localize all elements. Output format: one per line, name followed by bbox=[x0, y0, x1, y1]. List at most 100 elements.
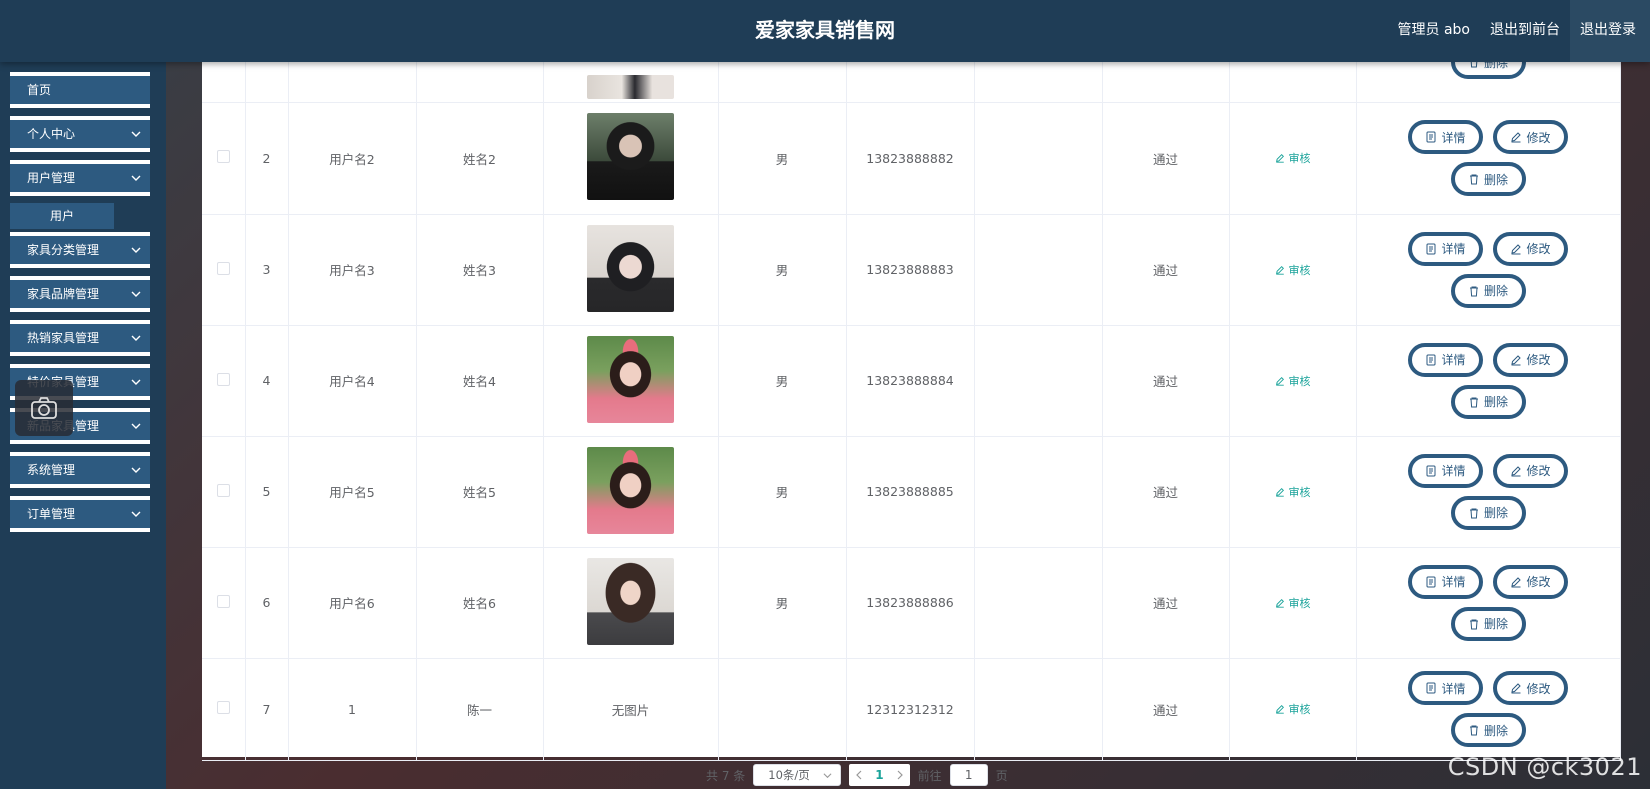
sidebar-item-brand-management[interactable]: 家具品牌管理 bbox=[10, 276, 150, 312]
phone-cell: 13823888884 bbox=[846, 325, 975, 437]
goto-page-input[interactable]: 1 bbox=[949, 764, 988, 786]
row-checkbox[interactable] bbox=[216, 701, 230, 714]
document-icon bbox=[1426, 131, 1436, 143]
ops-cell: 详情 修改删除 bbox=[1356, 103, 1621, 215]
audit-link[interactable]: 审核 bbox=[1275, 701, 1311, 717]
edit-icon bbox=[1511, 243, 1522, 254]
detail-button[interactable]: 详情 bbox=[1408, 453, 1483, 488]
edit-button[interactable]: 修改 bbox=[1493, 120, 1568, 155]
top-header: 爱家家具销售网 管理员 abo 退出到前台 退出登录 bbox=[0, 0, 1650, 62]
delete-button[interactable]: 删除 bbox=[1450, 162, 1526, 197]
row-index: 2 bbox=[245, 103, 289, 215]
edit-button[interactable]: 修改 bbox=[1493, 564, 1568, 599]
delete-label: 删除 bbox=[1483, 723, 1508, 738]
sidebar-item-category-management[interactable]: 家具分类管理 bbox=[10, 232, 150, 268]
document-icon bbox=[1426, 465, 1436, 476]
audit-label: 审核 bbox=[1288, 374, 1311, 388]
delete-label: 删除 bbox=[1483, 62, 1508, 70]
user-table-card: 删除 2 用户名2 姓名2 男 13823888882 通过 审核 详情 修改 删除 3 用户名3 姓名… bbox=[202, 62, 1621, 761]
name-cell: 姓名3 bbox=[416, 214, 544, 326]
chevron-down-icon bbox=[131, 335, 141, 341]
ops-cell: 详情 修改删除 bbox=[1356, 436, 1621, 548]
sidebar-item-hot-management[interactable]: 热销家具管理 bbox=[10, 320, 150, 356]
sidebar-item-user-management[interactable]: 用户管理 bbox=[10, 160, 150, 196]
edit-icon bbox=[1275, 598, 1284, 608]
edit-button[interactable]: 修改 bbox=[1493, 671, 1568, 705]
chevron-down-icon bbox=[131, 291, 141, 297]
table-row: 3 用户名3 姓名3 男 13823888883 通过 审核 详情 修改 删除 bbox=[202, 214, 1621, 326]
phone-cell: 13823888886 bbox=[846, 547, 975, 659]
user-table: 删除 bbox=[202, 62, 1621, 103]
page-size-select[interactable]: 10条/页 bbox=[753, 764, 842, 786]
chevron-down-icon bbox=[131, 467, 141, 473]
table-row: 7 1 陈一 无图片 12312312312 通过 审核 详情 修改 删除 bbox=[202, 658, 1621, 761]
row-checkbox[interactable] bbox=[216, 372, 230, 386]
delete-button[interactable]: 删除 bbox=[1450, 606, 1526, 641]
edit-icon bbox=[1275, 154, 1284, 163]
detail-button[interactable]: 详情 bbox=[1408, 120, 1483, 155]
row-checkbox[interactable] bbox=[216, 594, 230, 608]
delete-button[interactable]: 删除 bbox=[1450, 62, 1526, 79]
empty-cell bbox=[974, 214, 1103, 326]
delete-button[interactable]: 删除 bbox=[1450, 495, 1526, 530]
audit-label: 审核 bbox=[1288, 485, 1311, 499]
delete-label: 删除 bbox=[1483, 284, 1508, 298]
empty-cell bbox=[974, 436, 1103, 548]
edit-label: 修改 bbox=[1526, 575, 1551, 589]
delete-button[interactable]: 删除 bbox=[1450, 713, 1526, 747]
sidebar-item-label: 家具分类管理 bbox=[27, 243, 100, 257]
audit-link[interactable]: 审核 bbox=[1275, 595, 1311, 611]
delete-button[interactable]: 删除 bbox=[1450, 273, 1526, 308]
logout-link[interactable]: 退出登录 bbox=[1570, 0, 1650, 62]
audit-label: 审核 bbox=[1288, 703, 1311, 716]
current-page[interactable]: 1 bbox=[875, 768, 883, 782]
detail-button[interactable]: 详情 bbox=[1408, 564, 1483, 599]
trash-icon bbox=[1469, 619, 1478, 629]
delete-button[interactable]: 删除 bbox=[1450, 384, 1526, 419]
sidebar-item-system-management[interactable]: 系统管理 bbox=[10, 452, 150, 488]
edit-button[interactable]: 修改 bbox=[1493, 231, 1568, 266]
username-cell: 1 bbox=[288, 658, 417, 761]
user-photo bbox=[587, 557, 674, 645]
edit-icon bbox=[1511, 354, 1522, 365]
audit-cell: 审核 bbox=[1229, 214, 1357, 326]
edit-icon bbox=[1511, 465, 1522, 476]
photo-cell: 无图片 bbox=[543, 658, 719, 761]
row-checkbox[interactable] bbox=[216, 483, 230, 497]
detail-button[interactable]: 详情 bbox=[1408, 671, 1483, 705]
edit-label: 修改 bbox=[1526, 353, 1551, 367]
detail-button[interactable]: 详情 bbox=[1408, 342, 1483, 377]
edit-button[interactable]: 修改 bbox=[1493, 342, 1568, 377]
screenshot-camera-button[interactable] bbox=[15, 380, 73, 436]
sidebar-subitem-user[interactable]: 用户 bbox=[10, 203, 114, 229]
empty-cell bbox=[974, 325, 1103, 437]
prev-page-icon[interactable] bbox=[855, 770, 863, 780]
page-nav: 1 bbox=[849, 764, 910, 786]
audit-link[interactable]: 审核 bbox=[1275, 150, 1311, 166]
row-checkbox[interactable] bbox=[216, 150, 230, 164]
audit-link[interactable]: 审核 bbox=[1275, 373, 1311, 389]
name-cell: 姓名5 bbox=[416, 436, 544, 548]
edit-icon bbox=[1511, 683, 1522, 694]
status-cell: 通过 bbox=[1102, 103, 1230, 215]
audit-link[interactable]: 审核 bbox=[1275, 484, 1311, 500]
document-icon bbox=[1426, 354, 1436, 365]
sidebar-item-personal-center[interactable]: 个人中心 bbox=[10, 116, 150, 152]
status-cell: 通过 bbox=[1102, 658, 1230, 761]
next-page-icon[interactable] bbox=[896, 770, 904, 780]
chevron-down-icon bbox=[131, 131, 141, 137]
username-cell: 用户名3 bbox=[288, 214, 417, 326]
audit-link[interactable]: 审核 bbox=[1275, 262, 1311, 278]
row-checkbox[interactable] bbox=[216, 261, 230, 275]
sidebar-item-home[interactable]: 首页 bbox=[10, 72, 150, 108]
detail-label: 详情 bbox=[1441, 575, 1466, 589]
edit-button[interactable]: 修改 bbox=[1493, 453, 1568, 488]
detail-button[interactable]: 详情 bbox=[1408, 231, 1483, 266]
sidebar-item-order-management[interactable]: 订单管理 bbox=[10, 496, 150, 532]
total-count: 共 7 条 bbox=[706, 768, 746, 783]
back-to-front-link[interactable]: 退出到前台 bbox=[1480, 0, 1570, 62]
admin-user-label: 管理员 abo bbox=[1397, 22, 1470, 38]
sidebar-item-label: 热销家具管理 bbox=[27, 331, 100, 345]
trash-icon bbox=[1469, 174, 1478, 185]
edit-icon bbox=[1275, 265, 1284, 275]
